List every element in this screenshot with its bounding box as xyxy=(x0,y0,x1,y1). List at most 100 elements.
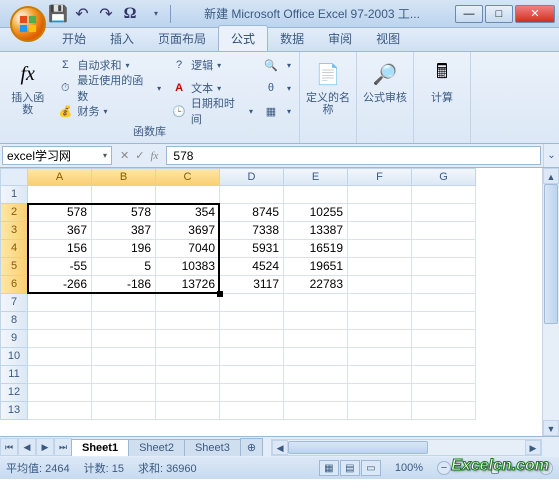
cell-G11[interactable] xyxy=(412,366,476,384)
cell-G10[interactable] xyxy=(412,348,476,366)
cell-C3[interactable]: 3697 xyxy=(156,222,220,240)
cell-G7[interactable] xyxy=(412,294,476,312)
cell-A8[interactable] xyxy=(28,312,92,330)
cell-G13[interactable] xyxy=(412,402,476,420)
cell-E5[interactable]: 19651 xyxy=(284,258,348,276)
cell-F9[interactable] xyxy=(348,330,412,348)
tab-页面布局[interactable]: 页面布局 xyxy=(146,26,218,51)
page-break-view-button[interactable]: ▭ xyxy=(361,460,381,476)
cell-A11[interactable] xyxy=(28,366,92,384)
cell-G8[interactable] xyxy=(412,312,476,330)
minimize-button[interactable]: — xyxy=(455,5,483,23)
cell-C10[interactable] xyxy=(156,348,220,366)
cell-C7[interactable] xyxy=(156,294,220,312)
cell-G5[interactable] xyxy=(412,258,476,276)
expand-formula-bar[interactable]: ⌄ xyxy=(543,144,559,167)
row-header-11[interactable]: 11 xyxy=(0,366,28,384)
cell-E11[interactable] xyxy=(284,366,348,384)
cell-F12[interactable] xyxy=(348,384,412,402)
cell-E13[interactable] xyxy=(284,402,348,420)
zoom-out-button[interactable]: − xyxy=(437,461,451,475)
fill-handle[interactable] xyxy=(217,291,223,297)
cell-B9[interactable] xyxy=(92,330,156,348)
cell-B3[interactable]: 387 xyxy=(92,222,156,240)
cell-F5[interactable] xyxy=(348,258,412,276)
col-header-D[interactable]: D xyxy=(220,168,284,186)
calculation-button[interactable]: 🖩 计算 xyxy=(418,54,466,108)
scroll-down[interactable]: ▼ xyxy=(543,420,559,436)
row-header-9[interactable]: 9 xyxy=(0,330,28,348)
cell-F6[interactable] xyxy=(348,276,412,294)
row-header-6[interactable]: 6 xyxy=(0,276,28,294)
spreadsheet-grid[interactable]: ABCDEFG 12578578354874510255336738736977… xyxy=(0,168,559,436)
cell-E8[interactable] xyxy=(284,312,348,330)
cell-C9[interactable] xyxy=(156,330,220,348)
cell-A10[interactable] xyxy=(28,348,92,366)
sheet-tab-Sheet3[interactable]: Sheet3 xyxy=(184,439,241,456)
cell-A9[interactable] xyxy=(28,330,92,348)
close-button[interactable]: ✕ xyxy=(515,5,555,23)
cell-F13[interactable] xyxy=(348,402,412,420)
cell-D13[interactable] xyxy=(220,402,284,420)
row-header-2[interactable]: 2 xyxy=(0,204,28,222)
col-header-G[interactable]: G xyxy=(412,168,476,186)
row-header-4[interactable]: 4 xyxy=(0,240,28,258)
page-layout-view-button[interactable]: ▤ xyxy=(340,460,360,476)
cell-D4[interactable]: 5931 xyxy=(220,240,284,258)
cell-E6[interactable]: 22783 xyxy=(284,276,348,294)
cell-A13[interactable] xyxy=(28,402,92,420)
cell-A2[interactable]: 578 xyxy=(28,204,92,222)
datetime-button[interactable]: 🕒日期和时间 xyxy=(167,100,257,122)
repeat-icon[interactable]: Ω xyxy=(122,6,138,22)
scroll-right[interactable]: ▶ xyxy=(525,440,541,455)
cell-D12[interactable] xyxy=(220,384,284,402)
lookup-button[interactable]: 🔍 xyxy=(259,54,295,76)
cell-B13[interactable] xyxy=(92,402,156,420)
cell-B12[interactable] xyxy=(92,384,156,402)
cell-E12[interactable] xyxy=(284,384,348,402)
logic-button[interactable]: ?逻辑 xyxy=(167,54,257,76)
cell-A4[interactable]: 156 xyxy=(28,240,92,258)
cell-C13[interactable] xyxy=(156,402,220,420)
row-header-13[interactable]: 13 xyxy=(0,402,28,420)
cell-E3[interactable]: 13387 xyxy=(284,222,348,240)
cell-A6[interactable]: -266 xyxy=(28,276,92,294)
insert-function-button[interactable]: fx 插入函数 xyxy=(4,54,51,120)
tab-开始[interactable]: 开始 xyxy=(50,26,98,51)
redo-icon[interactable]: ↷ xyxy=(98,6,114,22)
undo-icon[interactable]: ↶ xyxy=(74,6,90,22)
cancel-icon[interactable]: ✕ xyxy=(120,149,129,162)
sheet-last[interactable]: ⏭ xyxy=(54,438,72,456)
sheet-next[interactable]: ▶ xyxy=(36,438,54,456)
grid-rows[interactable]: 1257857835487451025533673873697733813387… xyxy=(0,186,559,420)
cell-F11[interactable] xyxy=(348,366,412,384)
col-header-E[interactable]: E xyxy=(284,168,348,186)
cell-A1[interactable] xyxy=(28,186,92,204)
new-sheet-button[interactable]: ⊕ xyxy=(240,438,263,456)
cell-E1[interactable] xyxy=(284,186,348,204)
cell-A12[interactable] xyxy=(28,384,92,402)
cell-F7[interactable] xyxy=(348,294,412,312)
cell-D8[interactable] xyxy=(220,312,284,330)
name-box[interactable]: excel学习网▾ xyxy=(2,146,112,165)
cell-A3[interactable]: 367 xyxy=(28,222,92,240)
cell-D2[interactable]: 8745 xyxy=(220,204,284,222)
cell-G12[interactable] xyxy=(412,384,476,402)
tab-数据[interactable]: 数据 xyxy=(268,26,316,51)
hscroll-thumb[interactable] xyxy=(288,441,428,454)
cell-C1[interactable] xyxy=(156,186,220,204)
cell-D11[interactable] xyxy=(220,366,284,384)
scroll-thumb[interactable] xyxy=(544,184,558,324)
cell-A7[interactable] xyxy=(28,294,92,312)
cell-D10[interactable] xyxy=(220,348,284,366)
enter-icon[interactable]: ✓ xyxy=(135,149,144,162)
cell-F3[interactable] xyxy=(348,222,412,240)
cell-C2[interactable]: 354 xyxy=(156,204,220,222)
cell-E9[interactable] xyxy=(284,330,348,348)
tab-公式[interactable]: 公式 xyxy=(218,25,268,51)
normal-view-button[interactable]: ▦ xyxy=(319,460,339,476)
cell-D3[interactable]: 7338 xyxy=(220,222,284,240)
formula-audit-button[interactable]: 🔎 公式审核 xyxy=(361,54,409,108)
row-header-5[interactable]: 5 xyxy=(0,258,28,276)
cell-B8[interactable] xyxy=(92,312,156,330)
